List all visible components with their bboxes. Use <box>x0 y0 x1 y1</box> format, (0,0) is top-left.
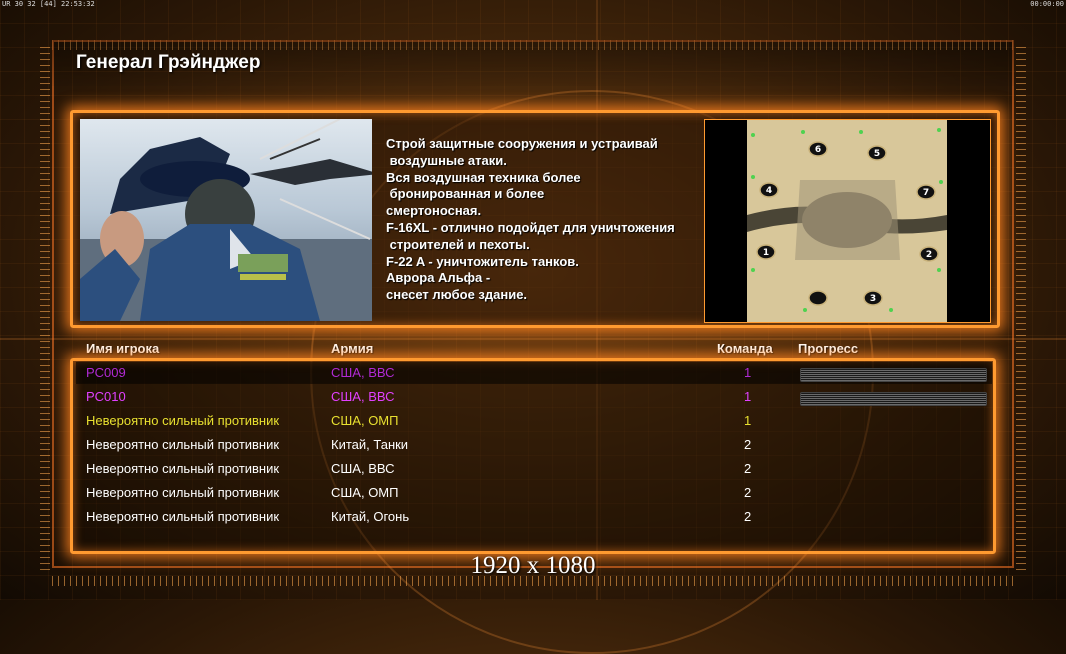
player-name: Невероятно сильный противник <box>86 461 280 476</box>
map-slot: 2 <box>926 250 932 260</box>
description-line: Вся воздушная техника более <box>386 169 581 185</box>
player-army: США, ОМП <box>331 485 399 500</box>
description-line: смертоносная. <box>386 203 482 219</box>
resolution-label: 1920 x 1080 <box>470 552 596 579</box>
description-line: бронированная и более <box>386 186 545 202</box>
player-team: 2 <box>744 461 752 476</box>
description-line: строителей и пехоты. <box>386 236 530 252</box>
table-row[interactable]: Невероятно сильный противник США, ОМП 1 <box>76 410 992 432</box>
description-line: воздушные атаки. <box>386 152 507 168</box>
map-preview[interactable]: 6 5 4 7 1 2 3 <box>704 119 991 323</box>
player-name: PC010 <box>86 389 126 404</box>
status-right: 00:00:00 <box>1030 0 1064 8</box>
header-player-name: Имя игрока <box>86 341 160 356</box>
player-name: Невероятно сильный противник <box>86 437 280 452</box>
ruler-left <box>40 46 50 570</box>
debug-status-bar: UR 30 32 [44] 22:53:32 00:00:00 <box>0 0 1066 9</box>
table-row[interactable]: Невероятно сильный противник США, ОМП 2 <box>76 482 992 504</box>
player-team: 2 <box>744 485 752 500</box>
player-team: 1 <box>744 413 752 428</box>
player-team: 2 <box>744 509 752 524</box>
description-line: Строй защитные сооружения и устраивай <box>386 136 658 151</box>
map-slot: 5 <box>874 149 880 159</box>
player-team: 1 <box>744 365 752 380</box>
status-left: UR 30 32 [44] 22:53:32 <box>2 0 95 8</box>
player-army: Китай, Огонь <box>331 509 410 524</box>
player-army: Китай, Танки <box>331 437 409 452</box>
header-army: Армия <box>331 341 374 356</box>
table-row[interactable]: Невероятно сильный противник США, ВВС 2 <box>76 458 992 480</box>
table-row[interactable]: Невероятно сильный противник Китай, Танк… <box>76 434 992 456</box>
description-line: F-22 A - уничтожитель танков. <box>386 253 579 269</box>
map-slot: 3 <box>870 294 876 304</box>
description-line: F-16XL - отлично подойдет для уничтожени… <box>386 219 675 235</box>
header-progress: Прогресс <box>798 341 859 356</box>
progress-bar <box>800 368 987 382</box>
ruler-right <box>1016 46 1026 570</box>
player-name: Невероятно сильный противник <box>86 413 280 428</box>
player-team: 1 <box>744 389 752 404</box>
map-slot: 6 <box>815 145 821 155</box>
player-name: Невероятно сильный противник <box>86 485 280 500</box>
player-army: США, ОМП <box>331 413 399 428</box>
map-slot: 7 <box>923 188 929 198</box>
player-name: Невероятно сильный противник <box>86 509 280 524</box>
player-army: США, ВВС <box>331 365 395 380</box>
header-team: Команда <box>717 341 773 356</box>
player-army: США, ВВС <box>331 461 395 476</box>
map-image: 6 5 4 7 1 2 3 <box>705 120 990 322</box>
table-row[interactable]: Невероятно сильный противник Китай, Огон… <box>76 506 992 528</box>
general-title: Генерал Грэйнджер <box>76 52 261 73</box>
general-description: Строй защитные сооружения и устраивай во… <box>386 136 696 304</box>
general-portrait <box>80 119 372 321</box>
progress-bar <box>800 392 987 406</box>
portrait-image <box>80 119 372 321</box>
map-slot: 4 <box>766 186 772 196</box>
player-team: 2 <box>744 437 752 452</box>
table-row[interactable]: PC009 США, ВВС 1 <box>76 362 992 384</box>
player-army: США, ВВС <box>331 389 395 404</box>
map-slot: 1 <box>763 248 769 258</box>
player-name: PC009 <box>86 365 126 380</box>
description-line: Аврора Альфа - <box>386 270 491 286</box>
description-line: снесет любое здание. <box>386 287 528 303</box>
table-row[interactable]: PC010 США, ВВС 1 <box>76 386 992 408</box>
